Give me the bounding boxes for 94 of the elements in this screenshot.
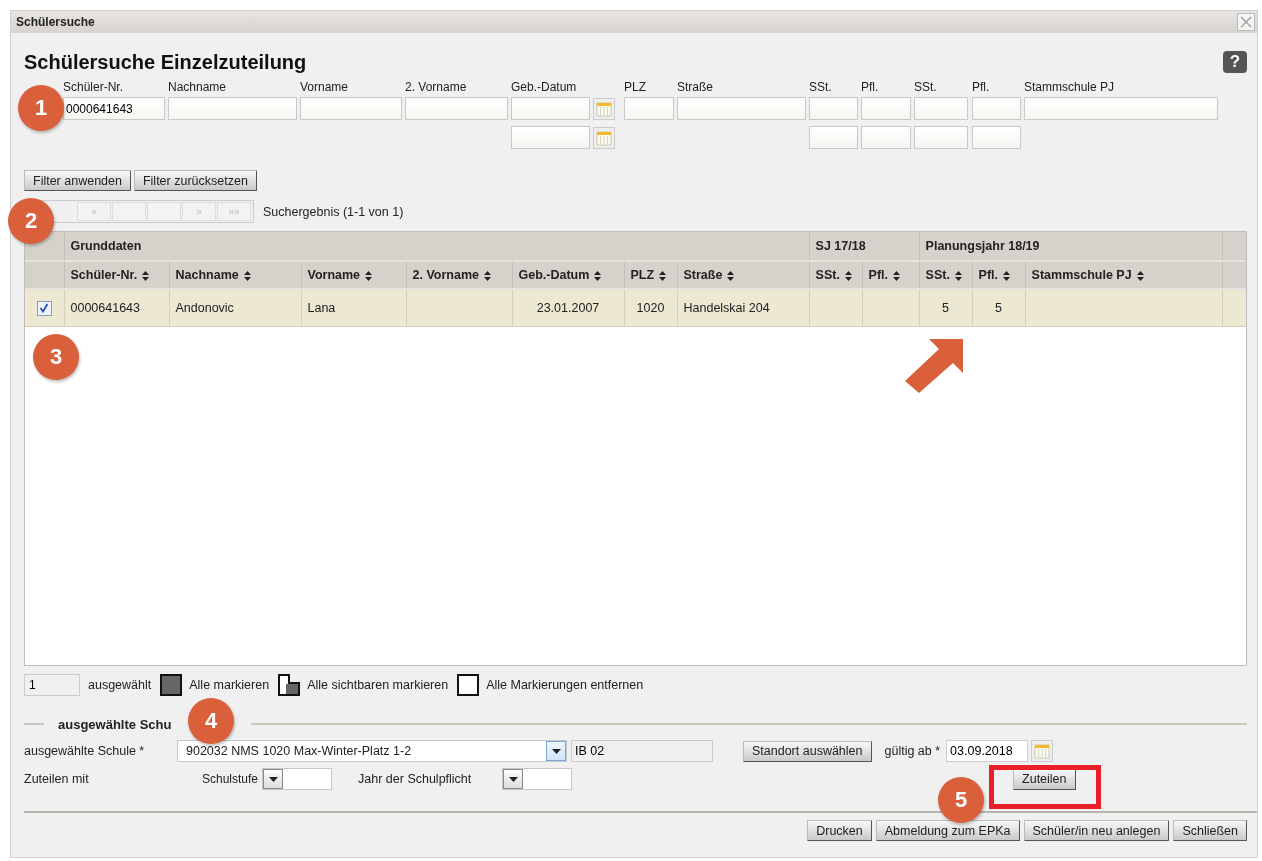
mark-link[interactable]: Alle Markierungen entfernen — [486, 678, 644, 692]
sort-icon[interactable] — [727, 270, 735, 281]
column-header[interactable]: 2. Vorname — [406, 261, 512, 289]
sort-icon[interactable] — [1003, 270, 1011, 281]
assign-button[interactable]: Zuteilen — [1013, 768, 1076, 790]
table-cell: Andonovic — [169, 289, 301, 327]
arrow-icon — [905, 337, 963, 393]
table-cell: 5 — [972, 289, 1026, 327]
field-label: Stammschule PJ — [1024, 80, 1116, 94]
footer-button[interactable]: Schließen — [1173, 820, 1247, 841]
filter-button[interactable]: Filter anwenden — [24, 170, 131, 191]
calendar-icon[interactable] — [593, 126, 615, 149]
selected-count-field[interactable]: 1 — [24, 674, 80, 696]
table-cell: 0000641643 — [64, 289, 169, 327]
calendar-icon[interactable] — [593, 97, 615, 120]
page-heading: Schülersuche Einzelzuteilung — [24, 50, 307, 74]
field-label: Nachname — [168, 80, 228, 94]
school-select[interactable]: 902032 NMS 1020 Max-Winter-Platz 1-2 — [177, 740, 567, 762]
filter-input[interactable] — [300, 97, 402, 120]
column-header[interactable]: Nachname — [169, 261, 301, 289]
field-label: Schüler-Nr. — [63, 80, 125, 94]
sort-icon[interactable] — [1136, 270, 1144, 281]
close-button[interactable] — [1237, 13, 1255, 31]
footer-button[interactable]: Schüler/in neu anlegen — [1023, 820, 1170, 841]
stacked-squares-icon[interactable] — [278, 674, 301, 696]
sort-icon[interactable] — [954, 270, 962, 281]
help-button[interactable]: ? — [1223, 51, 1247, 73]
calendar-icon[interactable] — [1031, 740, 1054, 762]
filter-input[interactable] — [972, 97, 1021, 120]
filter-input[interactable] — [405, 97, 508, 120]
filter-input[interactable] — [809, 126, 858, 149]
filter-input[interactable] — [511, 126, 590, 149]
sort-icon[interactable] — [142, 270, 150, 281]
group-header: SJ 17/18 — [809, 232, 920, 261]
field-label: Zuteilen mit — [24, 772, 90, 786]
sort-icon[interactable] — [594, 270, 602, 281]
column-header[interactable]: Stammschule PJ — [1025, 261, 1223, 289]
filter-input[interactable] — [972, 126, 1021, 149]
filter-input[interactable] — [677, 97, 806, 120]
sort-icon[interactable] — [659, 270, 667, 281]
sort-icon[interactable] — [483, 270, 491, 281]
footer-button[interactable]: Abmeldung zum EPKa — [875, 820, 1020, 841]
filter-input[interactable] — [168, 97, 297, 120]
table-cell: 1020 — [624, 289, 677, 327]
field-label: Pfl. — [861, 80, 880, 94]
column-header[interactable]: Straße — [677, 261, 810, 289]
result-count: Suchergebnis (1-1 von 1) — [263, 204, 404, 219]
filter-input[interactable] — [809, 97, 858, 120]
filter-input[interactable] — [624, 97, 674, 120]
filter-input[interactable] — [511, 97, 590, 120]
field-label: Schulstufe — [202, 772, 259, 786]
table-cell: Lana — [301, 289, 406, 327]
sort-icon[interactable] — [365, 270, 373, 281]
field-label: Jahr der Schulpflicht — [358, 772, 473, 786]
filter-input[interactable] — [914, 126, 968, 149]
field-label: PLZ — [624, 80, 647, 94]
empty-square-icon[interactable] — [457, 674, 480, 696]
row-checkbox[interactable] — [36, 300, 52, 316]
section-legend: ausgewählte Schu — [58, 716, 172, 732]
sort-icon[interactable] — [893, 270, 900, 281]
filled-square-icon[interactable] — [160, 674, 183, 696]
code-field[interactable]: IB 02 — [571, 740, 713, 762]
column-header[interactable]: Geb.-Datum — [512, 261, 624, 289]
table-cell: Handelskai 204 — [677, 289, 810, 327]
column-header[interactable]: Schüler-Nr. — [64, 261, 169, 289]
field-label: Pfl. — [972, 80, 991, 94]
group-header: Grunddaten — [64, 232, 810, 261]
window-title: Schülersuche — [16, 15, 95, 29]
sort-icon[interactable] — [243, 270, 251, 281]
table-cell: 23.01.2007 — [512, 289, 624, 327]
sort-icon[interactable] — [844, 270, 852, 281]
field-label: ausgewählte Schule * — [24, 744, 146, 758]
field-label: SSt. — [914, 80, 938, 94]
selected-label: ausgewählt — [88, 678, 152, 692]
filter-input[interactable]: 0000641643 — [63, 97, 165, 120]
field-label: 2. Vorname — [405, 80, 468, 94]
field-label: Vorname — [300, 80, 350, 94]
date-field[interactable]: 03.09.2018 — [946, 740, 1029, 762]
filter-input[interactable] — [861, 97, 911, 120]
location-button[interactable]: Standort auswählen — [743, 740, 872, 762]
field-label: SSt. — [809, 80, 833, 94]
field-label: gültig ab * — [884, 744, 941, 758]
footer-button[interactable]: Drucken — [807, 820, 872, 841]
group-header: Planungsjahr 18/19 — [919, 232, 1223, 261]
mark-link[interactable]: Alle sichtbaren markieren — [307, 678, 449, 692]
filter-input[interactable] — [1024, 97, 1218, 120]
field-label: Geb.-Datum — [511, 80, 578, 94]
filter-input[interactable] — [861, 126, 911, 149]
column-header[interactable]: Vorname — [301, 261, 406, 289]
table-cell: 5 — [919, 289, 973, 327]
filter-button[interactable]: Filter zurücksetzen — [133, 170, 257, 191]
mark-link[interactable]: Alle markieren — [189, 678, 270, 692]
field-label: Straße — [677, 80, 714, 94]
filter-input[interactable] — [914, 97, 968, 120]
